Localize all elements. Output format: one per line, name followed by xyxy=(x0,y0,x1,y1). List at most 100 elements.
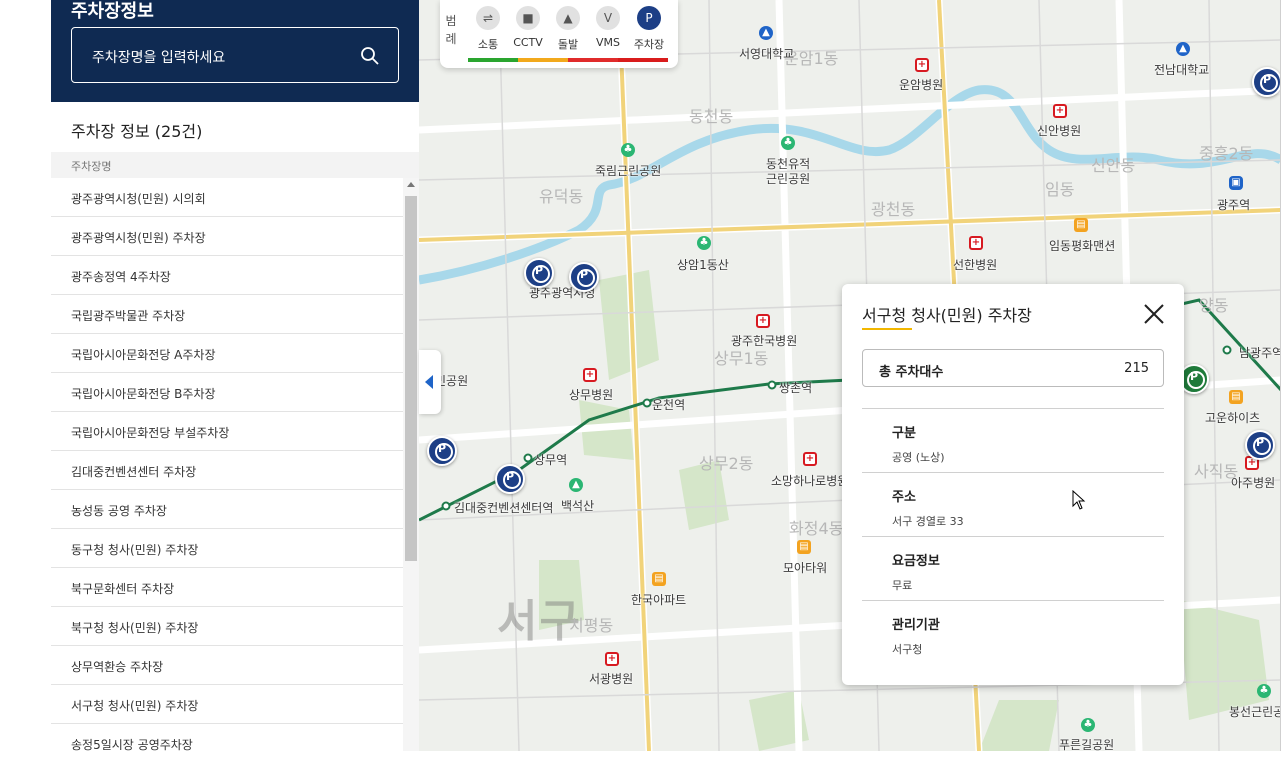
parking-detail-popup: 서구청 청사(민원) 주차장 총 주차대수 215 구분 공영 (노상) 주소 … xyxy=(842,284,1184,685)
list-item[interactable]: 농성동 공영 주차장 xyxy=(51,490,403,529)
detail-manager: 관리기관 서구청 xyxy=(892,614,1152,657)
place-label: 임동평화맨션 xyxy=(1049,239,1116,253)
total-spaces-box: 총 주차대수 215 xyxy=(862,349,1164,387)
hospital-icon: + xyxy=(605,652,619,666)
park-icon: ♣ xyxy=(621,143,635,157)
dong-label: 신안동 xyxy=(1091,156,1136,175)
list-item[interactable]: 광주광역시청(민원) 주차장 xyxy=(51,217,403,256)
place-label: 한국아파트 xyxy=(631,593,687,607)
park-icon: ♣ xyxy=(781,136,795,150)
parking-pin[interactable]: P xyxy=(569,262,599,296)
list-item[interactable]: 북구문화센터 주차장 xyxy=(51,568,403,607)
vms-icon: V xyxy=(596,6,620,30)
place-label: 전남대학교 xyxy=(1154,63,1210,77)
place-label: 백석산 xyxy=(561,499,595,513)
detail-key: 관리기관 xyxy=(892,618,940,633)
place-label: 운암병원 xyxy=(899,78,944,92)
scrollbar-thumb[interactable] xyxy=(405,196,417,561)
legend-panel: 범례 ⇌ 소통 ■ CCTV ▲ 돌발 V VMS P 주차장 xyxy=(440,0,678,68)
parking-pin[interactable]: P xyxy=(1245,430,1275,464)
place-label: 죽림근린공원 xyxy=(595,164,662,178)
search-icon[interactable] xyxy=(360,46,380,66)
dong-label: 화정4동 xyxy=(789,519,844,538)
title-underline xyxy=(862,328,912,330)
dong-label: 광천동 xyxy=(871,200,916,219)
list-item[interactable]: 상무역환승 주차장 xyxy=(51,646,403,685)
legend-bar xyxy=(618,58,668,62)
place-label: 서광병원 xyxy=(589,672,634,686)
list-item[interactable]: 서구청 청사(민원) 주차장 xyxy=(51,685,403,724)
hospital-icon: + xyxy=(756,314,770,328)
total-spaces-value: 215 xyxy=(1124,361,1149,376)
school-icon: ▲ xyxy=(1176,42,1190,56)
parking-pin[interactable]: P xyxy=(427,436,457,470)
legend-label: 주차장 xyxy=(633,38,665,51)
list-item[interactable]: 김대중컨벤션센터 주차장 xyxy=(51,451,403,490)
dong-label: 치평동 xyxy=(569,616,614,635)
apartment-icon: ▤ xyxy=(1229,390,1243,404)
apartment-icon: ▤ xyxy=(1074,218,1088,232)
divider xyxy=(862,536,1164,537)
dong-label: 상무2동 xyxy=(699,454,754,473)
dong-label: 유덕동 xyxy=(539,187,584,206)
list-item[interactable]: 북구청 청사(민원) 주차장 xyxy=(51,607,403,646)
detail-value: 서구청 xyxy=(892,643,923,656)
station-label: 상무역 xyxy=(534,453,568,467)
list-item[interactable]: 송정5일시장 공영주차장 xyxy=(51,724,403,751)
sidebar-collapse-button[interactable] xyxy=(419,350,441,414)
detail-value: 무료 xyxy=(892,579,913,592)
search-placeholder: 주차장명을 입력하세요 xyxy=(92,50,226,66)
camera-icon: ■ xyxy=(516,6,540,30)
station-icon: ▣ xyxy=(1229,176,1243,190)
station-label: 쌍촌역 xyxy=(779,381,813,395)
legend-parking-toggle[interactable]: P 주차장 xyxy=(624,6,674,52)
hospital-icon: + xyxy=(1053,104,1067,118)
park-icon: ♣ xyxy=(697,236,711,250)
search-input[interactable]: 주차장명을 입력하세요 xyxy=(71,27,399,83)
close-icon[interactable] xyxy=(1142,302,1166,326)
legend-title: 범례 xyxy=(445,14,457,46)
park-icon: ♣ xyxy=(1081,718,1095,732)
list-scrollbar[interactable] xyxy=(403,178,419,751)
dong-label: 양동 xyxy=(1199,296,1229,315)
station-label: 김대중컨벤션센터역 xyxy=(454,501,554,515)
place-label: 광주역 xyxy=(1217,198,1251,212)
hospital-icon: + xyxy=(969,236,983,250)
apartment-icon: ▤ xyxy=(652,572,666,586)
result-count: 주차장 정보 (25건) xyxy=(71,122,203,141)
list-item[interactable]: 국립광주박물관 주차장 xyxy=(51,295,403,334)
scroll-up-icon[interactable] xyxy=(407,182,415,187)
place-label: 상암1동산 xyxy=(677,258,729,272)
school-icon: ▲ xyxy=(759,26,773,40)
list-item[interactable]: 광주송정역 4주차장 xyxy=(51,256,403,295)
dong-label: 동천동 xyxy=(689,107,734,126)
dong-label: 중흥2동 xyxy=(1199,144,1254,163)
legend-bar xyxy=(568,58,618,62)
place-label: 봉선근린공원 xyxy=(1229,705,1280,719)
list-item[interactable]: 동구청 청사(민원) 주차장 xyxy=(51,529,403,568)
station-label: 남광주역 xyxy=(1239,346,1281,360)
parking-pin[interactable]: P xyxy=(1252,67,1280,101)
mountain-icon: ▲ xyxy=(569,478,583,492)
list-item[interactable]: 국립아시아문화전당 부설주차장 xyxy=(51,412,403,451)
place-label: 서영대학교 xyxy=(739,47,795,61)
sidebar-title: 주차장정보 xyxy=(71,1,154,22)
place-label: 상무병원 xyxy=(569,388,614,402)
parking-pin[interactable]: P xyxy=(495,464,525,498)
place-label: 신안병원 xyxy=(1037,124,1082,138)
detail-key: 구분 xyxy=(892,426,916,441)
detail-category: 구분 공영 (노상) xyxy=(892,422,1152,465)
parking-pin[interactable]: P xyxy=(524,258,554,292)
list-item[interactable]: 국립아시아문화전당 A주차장 xyxy=(51,334,403,373)
legend-bar xyxy=(518,58,568,62)
hospital-icon: + xyxy=(583,368,597,382)
sidebar-header: 주차장정보 주차장명을 입력하세요 xyxy=(51,0,419,102)
legend-bar xyxy=(468,58,518,62)
list-item[interactable]: 국립아시아문화전당 B주차장 xyxy=(51,373,403,412)
place-label: 푸른길공원 xyxy=(1059,738,1115,751)
list-item[interactable]: 광주광역시청(민원) 시의회 xyxy=(51,178,403,217)
detail-fee: 요금정보 무료 xyxy=(892,550,1152,593)
mouse-cursor-icon xyxy=(1072,490,1086,510)
detail-value: 서구 경열로 33 xyxy=(892,515,964,528)
station-label: 운천역 xyxy=(652,398,686,412)
